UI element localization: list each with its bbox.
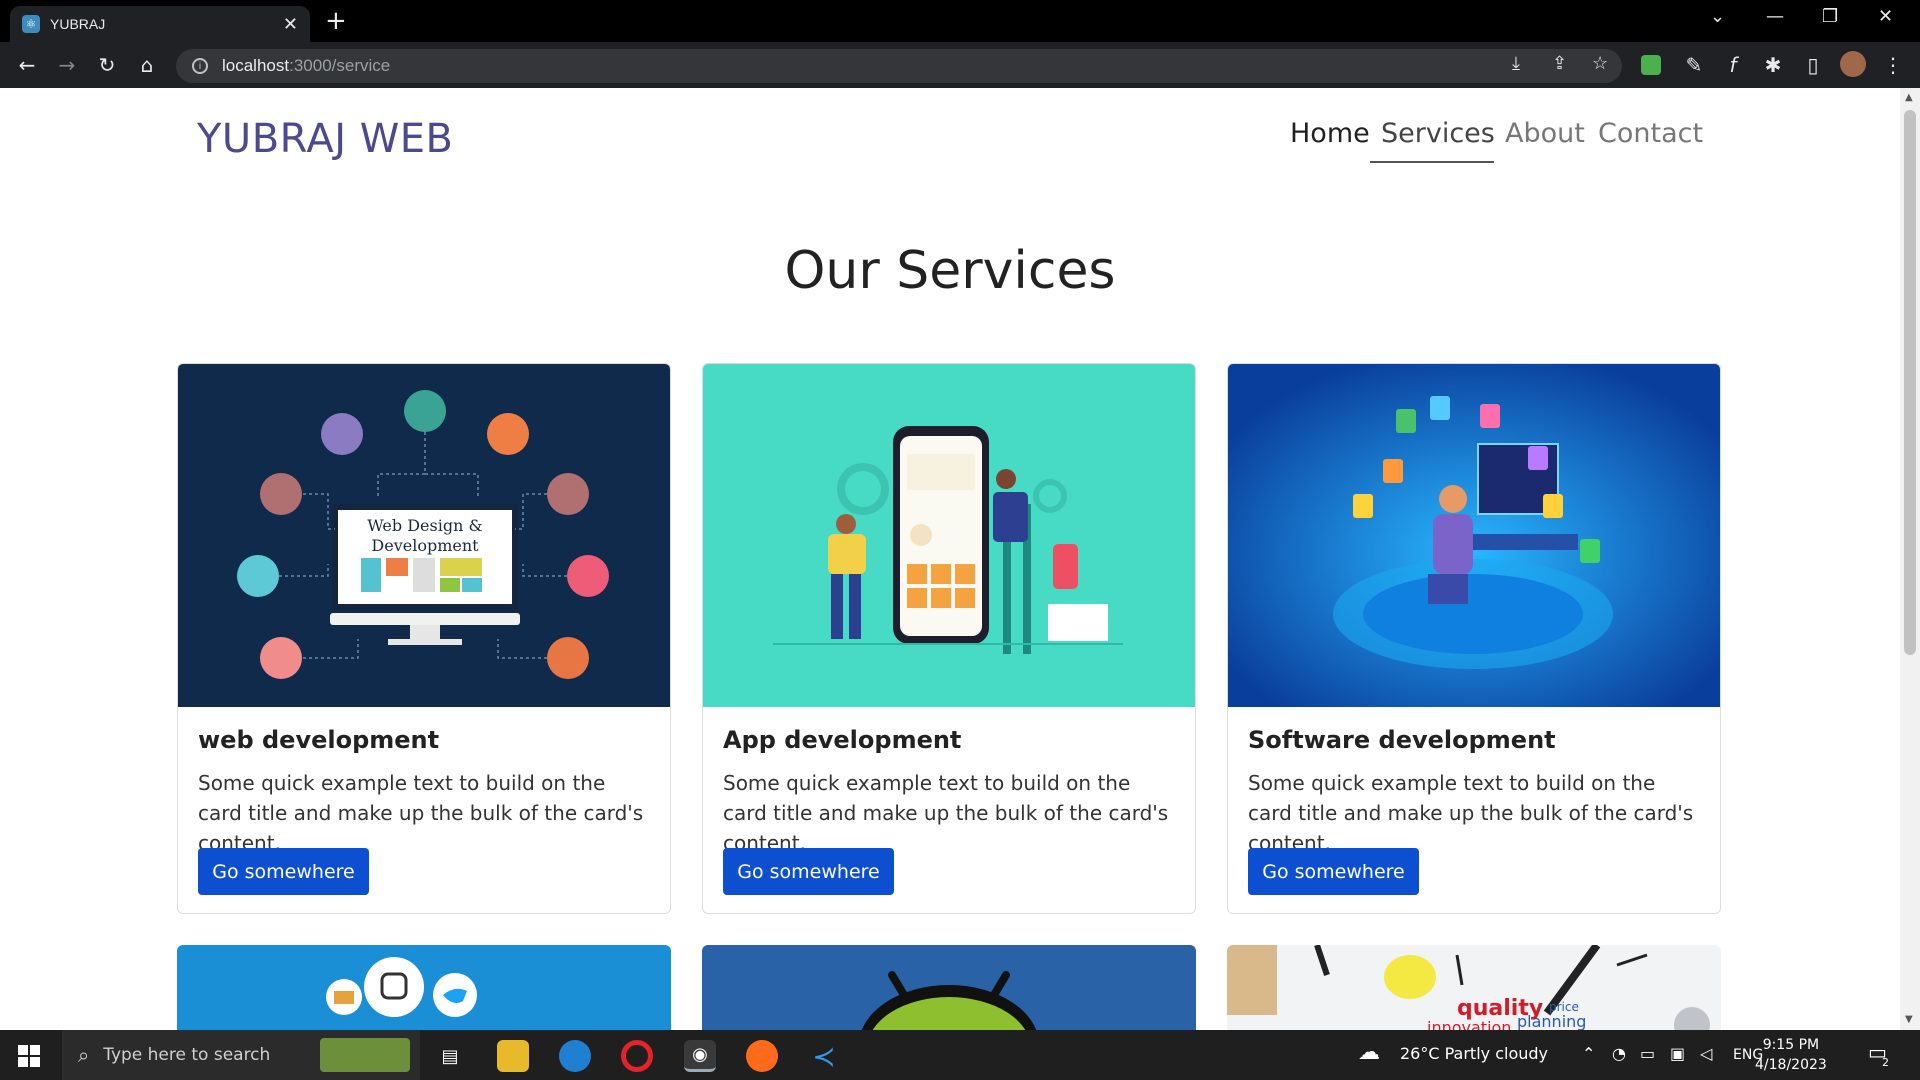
go-somewhere-button[interactable]: Go somewhere (723, 848, 894, 895)
business-words-illustration: quality innovation planning price (1227, 945, 1721, 1030)
opera-icon[interactable] (621, 1040, 653, 1072)
tab-search-icon[interactable]: ⌄ (1710, 6, 1725, 27)
card-title: web development (198, 726, 440, 754)
browser-toolbar: ← → ↻ ⌂ i localhost:3000/service ⤓ ⇪ ☆ ✎… (0, 42, 1920, 88)
windows-taskbar: ⌕ Type here to search ▤ ◉ ≺ ☁ 26°C Partl… (0, 1030, 1920, 1080)
service-card: App development Some quick example text … (702, 363, 1196, 914)
app-development-illustration (703, 364, 1195, 707)
side-panel-icon[interactable]: ▯ (1800, 52, 1826, 78)
weather-icon[interactable]: ☁ (1358, 1040, 1380, 1065)
nav-contact[interactable]: Contact (1598, 118, 1703, 149)
word-innovation: innovation (1427, 1018, 1511, 1030)
device-icon[interactable]: ▣ (1670, 1044, 1685, 1063)
install-icon[interactable]: ⤓ (1512, 53, 1520, 74)
search-icon: ⌕ (78, 1043, 90, 1067)
scrollbar-thumb[interactable] (1904, 110, 1916, 655)
image-caption: Web Design & Development (367, 516, 483, 555)
page-viewport: YUBRAJ WEB Home Services About Contact O… (0, 88, 1900, 1030)
edge-icon[interactable] (559, 1040, 591, 1072)
task-view-icon[interactable]: ▤ (434, 1040, 466, 1072)
word-planning: planning (1517, 1012, 1586, 1030)
new-tab-button[interactable]: + (325, 6, 347, 36)
scroll-down-icon[interactable]: ▼ (1905, 1014, 1913, 1025)
file-explorer-icon[interactable] (497, 1040, 529, 1072)
nav-services[interactable]: Services (1381, 118, 1495, 149)
react-icon: ⚛ (22, 15, 40, 33)
nav-home[interactable]: Home (1290, 118, 1370, 149)
service-card-partial: quality innovation planning price (1227, 945, 1721, 1030)
url-host: localhost (222, 56, 290, 75)
window-close-icon[interactable]: ✕ (1878, 6, 1893, 27)
nav-active-underline (1370, 161, 1494, 163)
extension-icon[interactable] (1641, 55, 1661, 75)
minimize-icon[interactable]: — (1766, 6, 1784, 27)
profile-avatar[interactable] (1840, 51, 1866, 77)
service-card: Web Design & Development web development… (177, 363, 671, 914)
service-card-partial (177, 945, 671, 1030)
card-text: Some quick example text to build on the … (1248, 771, 1694, 855)
close-tab-icon[interactable]: ✕ (283, 14, 298, 35)
service-card: Software development Some quick example … (1227, 363, 1721, 914)
vscode-icon[interactable]: ≺ (808, 1040, 840, 1073)
card-text: Some quick example text to build on the … (198, 771, 644, 855)
menu-kebab-icon[interactable]: ⋮ (1880, 52, 1906, 78)
battery-icon[interactable]: ▭ (1640, 1044, 1655, 1063)
scroll-up-icon[interactable]: ▲ (1905, 92, 1913, 103)
card-text: Some quick example text to build on the … (723, 771, 1169, 855)
taskbar-clock[interactable]: 9:15 PM 4/18/2023 (1755, 1035, 1827, 1075)
card-title: App development (723, 726, 962, 754)
extensions-puzzle-icon[interactable]: ✱ (1760, 52, 1786, 78)
software-development-illustration (1228, 364, 1720, 707)
volume-icon[interactable]: ◁ (1700, 1044, 1712, 1063)
page-title: Our Services (784, 241, 1116, 301)
notification-count: 2 (1882, 1056, 1889, 1069)
formula-extension-icon[interactable]: f (1720, 52, 1746, 78)
restore-icon[interactable]: ❐ (1822, 6, 1838, 27)
social-media-illustration (177, 945, 671, 1030)
clock-date: 4/18/2023 (1755, 1057, 1827, 1073)
clock-time: 9:15 PM (1762, 1037, 1820, 1053)
word-price: price (1549, 1000, 1579, 1014)
page-scrollbar[interactable]: ▲ ▼ (1900, 88, 1920, 1030)
site-info-icon[interactable]: i (192, 58, 208, 74)
tray-chevron-icon[interactable]: ⌃ (1582, 1044, 1595, 1063)
network-icon[interactable]: ◔ (1612, 1044, 1626, 1063)
site-brand[interactable]: YUBRAJ WEB (197, 116, 453, 162)
pen-extension-icon[interactable]: ✎ (1681, 52, 1707, 78)
url-path: :3000/service (289, 56, 391, 75)
firefox-icon[interactable] (746, 1040, 778, 1072)
reload-icon[interactable]: ↻ (94, 52, 120, 78)
tab-title: YUBRAJ (50, 16, 106, 32)
address-bar[interactable]: i localhost:3000/service ⤓ ⇪ ☆ (176, 49, 1622, 83)
browser-tab-strip: ⚛ YUBRAJ ✕ + ⌄ — ❐ ✕ (0, 0, 1920, 42)
nav-about[interactable]: About (1505, 118, 1585, 149)
go-somewhere-button[interactable]: Go somewhere (198, 848, 369, 895)
browser-tab[interactable]: ⚛ YUBRAJ ✕ (10, 6, 310, 42)
forward-icon[interactable]: → (54, 52, 80, 78)
card-title: Software development (1248, 726, 1556, 754)
search-placeholder: Type here to search (103, 1045, 271, 1065)
back-icon[interactable]: ← (14, 52, 40, 78)
taskbar-search-box[interactable]: ⌕ Type here to search (62, 1030, 420, 1080)
weather-text[interactable]: 26°C Partly cloudy (1400, 1044, 1548, 1063)
service-card-partial (702, 945, 1196, 1030)
search-highlight-image (320, 1038, 410, 1072)
share-icon[interactable]: ⇪ (1552, 53, 1567, 74)
go-somewhere-button[interactable]: Go somewhere (1248, 848, 1419, 895)
windows-start-icon[interactable] (18, 1045, 40, 1067)
home-icon[interactable]: ⌂ (134, 52, 160, 78)
android-illustration (702, 945, 1196, 1030)
chrome-icon[interactable]: ◉ (684, 1040, 716, 1072)
bookmark-star-icon[interactable]: ☆ (1592, 53, 1608, 74)
